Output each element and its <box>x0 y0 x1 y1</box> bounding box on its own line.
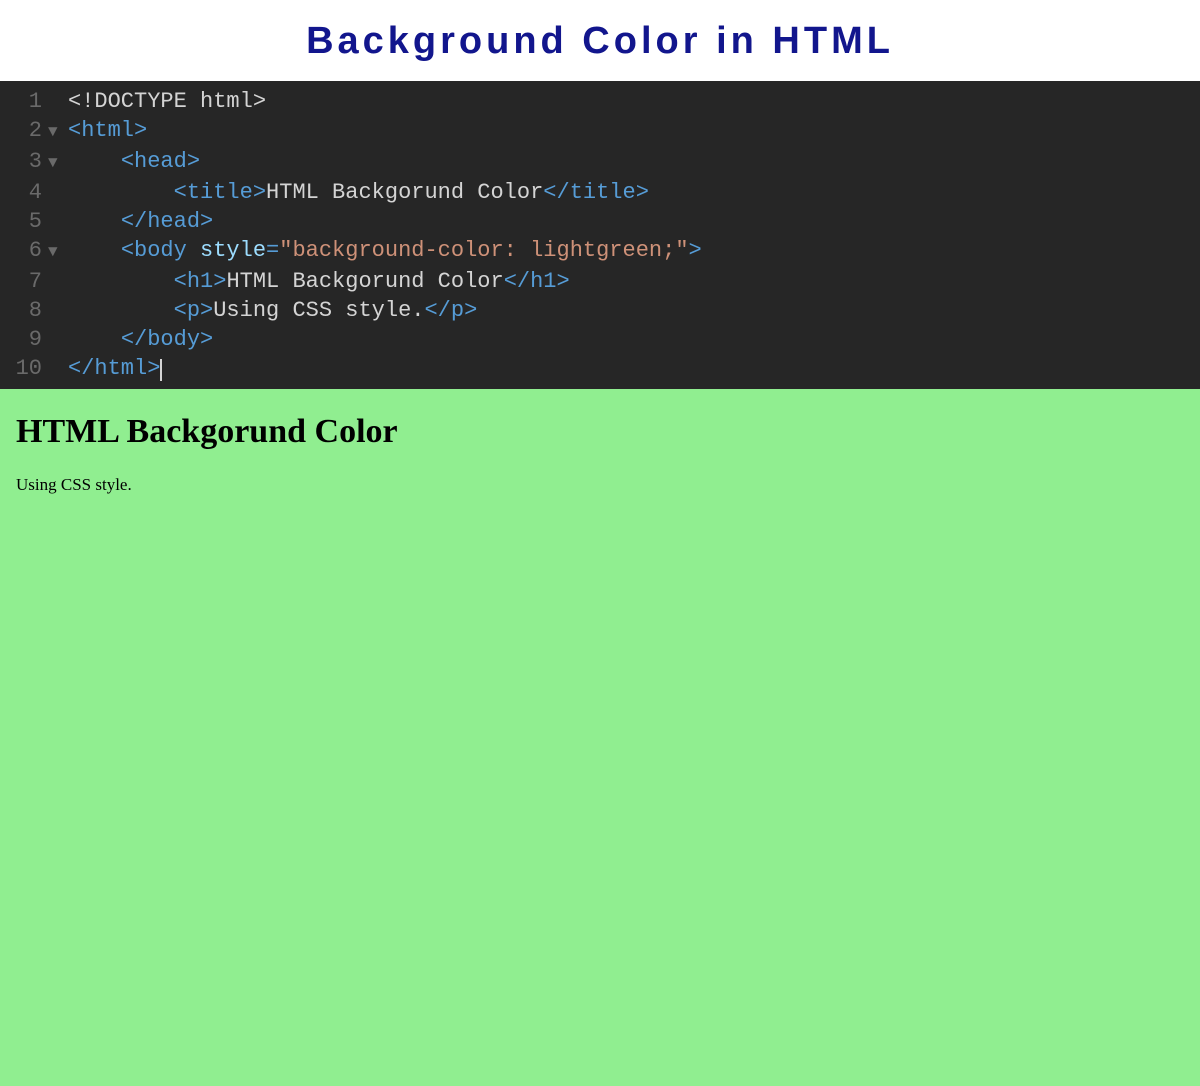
page-header: Background Color in HTML <box>0 0 1200 81</box>
code-line[interactable]: 1 <!DOCTYPE html> <box>0 87 1200 116</box>
line-number: 5 <box>0 207 48 236</box>
code-content[interactable]: </html> <box>68 354 162 383</box>
code-line[interactable]: 5 </head> <box>0 207 1200 236</box>
line-number: 8 <box>0 296 48 325</box>
code-line[interactable]: 7 <h1>HTML Backgorund Color</h1> <box>0 267 1200 296</box>
line-number: 10 <box>0 354 48 383</box>
fold-toggle-icon[interactable]: ▼ <box>48 149 68 178</box>
line-number: 3 <box>0 147 48 176</box>
code-content[interactable]: <title>HTML Backgorund Color</title> <box>68 178 649 207</box>
fold-toggle-icon[interactable]: ▼ <box>48 118 68 147</box>
code-line[interactable]: 8 <p>Using CSS style.</p> <box>0 296 1200 325</box>
code-content[interactable]: <h1>HTML Backgorund Color</h1> <box>68 267 570 296</box>
line-number: 4 <box>0 178 48 207</box>
code-editor[interactable]: 1<!DOCTYPE html>2▼<html>3▼ <head>4 <titl… <box>0 81 1200 389</box>
code-line[interactable]: 4 <title>HTML Backgorund Color</title> <box>0 178 1200 207</box>
page-title: Background Color in HTML <box>0 20 1200 63</box>
code-line[interactable]: 9 </body> <box>0 325 1200 354</box>
code-line[interactable]: 2▼<html> <box>0 116 1200 147</box>
code-content[interactable]: <head> <box>68 147 200 176</box>
text-cursor <box>160 359 162 381</box>
code-content[interactable]: <p>Using CSS style.</p> <box>68 296 477 325</box>
line-number: 1 <box>0 87 48 116</box>
line-number: 2 <box>0 116 48 145</box>
browser-preview: HTML Backgorund Color Using CSS style. <box>0 389 1200 1086</box>
code-content[interactable]: <body style="background-color: lightgree… <box>68 236 702 265</box>
code-line[interactable]: 6▼ <body style="background-color: lightg… <box>0 236 1200 267</box>
line-number: 6 <box>0 236 48 265</box>
preview-paragraph: Using CSS style. <box>16 475 1184 495</box>
fold-toggle-icon[interactable]: ▼ <box>48 238 68 267</box>
line-number: 7 <box>0 267 48 296</box>
code-line[interactable]: 10 </html> <box>0 354 1200 383</box>
code-content[interactable]: <html> <box>68 116 147 145</box>
line-number: 9 <box>0 325 48 354</box>
code-content[interactable]: </body> <box>68 325 213 354</box>
preview-heading: HTML Backgorund Color <box>16 413 1184 451</box>
code-content[interactable]: <!DOCTYPE html> <box>68 87 266 116</box>
code-content[interactable]: </head> <box>68 207 213 236</box>
code-line[interactable]: 3▼ <head> <box>0 147 1200 178</box>
